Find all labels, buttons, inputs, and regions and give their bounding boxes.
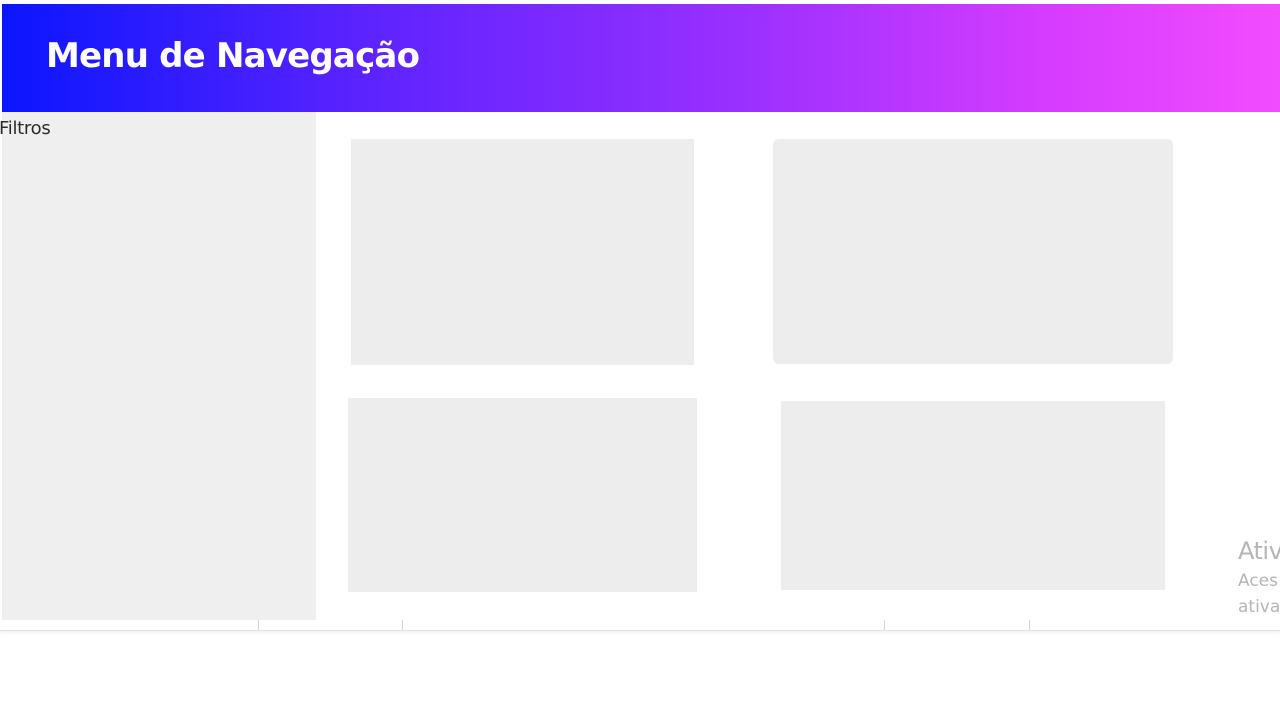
navigation-header: Menu de Navegação: [2, 4, 1280, 112]
main-content: [316, 112, 1280, 620]
grid-divider: [1029, 620, 1030, 630]
grid-divider: [402, 620, 403, 630]
dashboard-window: Menu de Navegação Filtros Ativ Aces ativ…: [0, 0, 1280, 631]
grid-divider: [884, 620, 885, 630]
grid-divider: [258, 620, 259, 630]
placeholder-card-2[interactable]: [773, 139, 1173, 364]
watermark-line-1: Aces: [1238, 571, 1278, 591]
placeholder-card-4[interactable]: [781, 401, 1165, 590]
activation-watermark: Ativ Aces ativa: [1238, 534, 1280, 620]
header-title: Menu de Navegação: [46, 36, 420, 76]
filters-title: Filtros: [0, 118, 51, 139]
filters-sidebar[interactable]: Filtros: [0, 112, 316, 620]
watermark-title: Ativ: [1238, 537, 1280, 565]
placeholder-card-3[interactable]: [348, 398, 697, 592]
watermark-line-2: ativa: [1238, 597, 1280, 617]
placeholder-card-1[interactable]: [351, 139, 694, 365]
